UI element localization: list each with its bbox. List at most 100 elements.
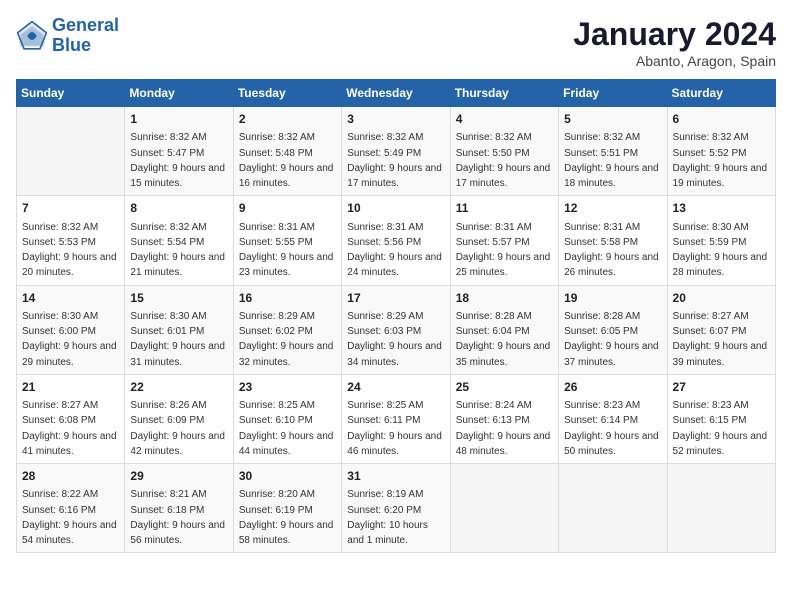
day-number: 14 bbox=[22, 290, 119, 307]
page-container: General Blue January 2024 Abanto, Aragon… bbox=[0, 0, 792, 561]
calendar-cell: 15 Sunrise: 8:30 AMSunset: 6:01 PMDaylig… bbox=[125, 285, 233, 374]
cell-info: Sunrise: 8:31 AMSunset: 5:56 PMDaylight:… bbox=[347, 222, 442, 279]
cell-info: Sunrise: 8:28 AMSunset: 6:05 PMDaylight:… bbox=[564, 311, 659, 368]
header-sunday: Sunday bbox=[17, 80, 125, 107]
month-title: January 2024 bbox=[573, 16, 776, 53]
day-number: 20 bbox=[673, 290, 770, 307]
calendar-cell: 17 Sunrise: 8:29 AMSunset: 6:03 PMDaylig… bbox=[342, 285, 450, 374]
header-monday: Monday bbox=[125, 80, 233, 107]
logo-text: General Blue bbox=[52, 16, 119, 56]
cell-info: Sunrise: 8:21 AMSunset: 6:18 PMDaylight:… bbox=[130, 489, 225, 546]
header-tuesday: Tuesday bbox=[233, 80, 341, 107]
day-number: 1 bbox=[130, 111, 227, 128]
logo-line1: General bbox=[52, 15, 119, 35]
day-number: 13 bbox=[673, 200, 770, 217]
week-row-3: 14 Sunrise: 8:30 AMSunset: 6:00 PMDaylig… bbox=[17, 285, 776, 374]
calendar-cell: 23 Sunrise: 8:25 AMSunset: 6:10 PMDaylig… bbox=[233, 374, 341, 463]
day-number: 27 bbox=[673, 379, 770, 396]
day-number: 7 bbox=[22, 200, 119, 217]
logo-icon bbox=[16, 20, 48, 52]
cell-info: Sunrise: 8:31 AMSunset: 5:55 PMDaylight:… bbox=[239, 222, 334, 279]
calendar-cell: 19 Sunrise: 8:28 AMSunset: 6:05 PMDaylig… bbox=[559, 285, 667, 374]
day-number: 17 bbox=[347, 290, 444, 307]
cell-info: Sunrise: 8:32 AMSunset: 5:51 PMDaylight:… bbox=[564, 132, 659, 189]
calendar-cell: 1 Sunrise: 8:32 AMSunset: 5:47 PMDayligh… bbox=[125, 107, 233, 196]
cell-info: Sunrise: 8:23 AMSunset: 6:15 PMDaylight:… bbox=[673, 400, 768, 457]
day-number: 16 bbox=[239, 290, 336, 307]
calendar-cell: 18 Sunrise: 8:28 AMSunset: 6:04 PMDaylig… bbox=[450, 285, 558, 374]
day-number: 30 bbox=[239, 468, 336, 485]
week-row-1: 1 Sunrise: 8:32 AMSunset: 5:47 PMDayligh… bbox=[17, 107, 776, 196]
calendar-cell: 9 Sunrise: 8:31 AMSunset: 5:55 PMDayligh… bbox=[233, 196, 341, 285]
day-number: 19 bbox=[564, 290, 661, 307]
cell-info: Sunrise: 8:32 AMSunset: 5:47 PMDaylight:… bbox=[130, 132, 225, 189]
cell-info: Sunrise: 8:20 AMSunset: 6:19 PMDaylight:… bbox=[239, 489, 334, 546]
week-row-5: 28 Sunrise: 8:22 AMSunset: 6:16 PMDaylig… bbox=[17, 464, 776, 553]
day-number: 10 bbox=[347, 200, 444, 217]
day-number: 21 bbox=[22, 379, 119, 396]
day-number: 6 bbox=[673, 111, 770, 128]
calendar-cell: 7 Sunrise: 8:32 AMSunset: 5:53 PMDayligh… bbox=[17, 196, 125, 285]
calendar-cell: 4 Sunrise: 8:32 AMSunset: 5:50 PMDayligh… bbox=[450, 107, 558, 196]
day-number: 3 bbox=[347, 111, 444, 128]
calendar-cell: 2 Sunrise: 8:32 AMSunset: 5:48 PMDayligh… bbox=[233, 107, 341, 196]
day-number: 2 bbox=[239, 111, 336, 128]
day-number: 4 bbox=[456, 111, 553, 128]
day-number: 18 bbox=[456, 290, 553, 307]
calendar-cell: 20 Sunrise: 8:27 AMSunset: 6:07 PMDaylig… bbox=[667, 285, 775, 374]
calendar-cell: 30 Sunrise: 8:20 AMSunset: 6:19 PMDaylig… bbox=[233, 464, 341, 553]
header-friday: Friday bbox=[559, 80, 667, 107]
day-number: 29 bbox=[130, 468, 227, 485]
calendar-cell: 25 Sunrise: 8:24 AMSunset: 6:13 PMDaylig… bbox=[450, 374, 558, 463]
day-number: 22 bbox=[130, 379, 227, 396]
calendar-cell bbox=[17, 107, 125, 196]
title-block: January 2024 Abanto, Aragon, Spain bbox=[573, 16, 776, 69]
cell-info: Sunrise: 8:31 AMSunset: 5:58 PMDaylight:… bbox=[564, 222, 659, 279]
cell-info: Sunrise: 8:32 AMSunset: 5:49 PMDaylight:… bbox=[347, 132, 442, 189]
cell-info: Sunrise: 8:30 AMSunset: 6:01 PMDaylight:… bbox=[130, 311, 225, 368]
cell-info: Sunrise: 8:32 AMSunset: 5:53 PMDaylight:… bbox=[22, 222, 117, 279]
calendar-cell: 14 Sunrise: 8:30 AMSunset: 6:00 PMDaylig… bbox=[17, 285, 125, 374]
week-row-2: 7 Sunrise: 8:32 AMSunset: 5:53 PMDayligh… bbox=[17, 196, 776, 285]
header-thursday: Thursday bbox=[450, 80, 558, 107]
cell-info: Sunrise: 8:32 AMSunset: 5:54 PMDaylight:… bbox=[130, 222, 225, 279]
calendar-cell: 6 Sunrise: 8:32 AMSunset: 5:52 PMDayligh… bbox=[667, 107, 775, 196]
day-number: 11 bbox=[456, 200, 553, 217]
calendar-body: 1 Sunrise: 8:32 AMSunset: 5:47 PMDayligh… bbox=[17, 107, 776, 553]
calendar-cell: 26 Sunrise: 8:23 AMSunset: 6:14 PMDaylig… bbox=[559, 374, 667, 463]
calendar-cell bbox=[559, 464, 667, 553]
day-number: 23 bbox=[239, 379, 336, 396]
cell-info: Sunrise: 8:30 AMSunset: 6:00 PMDaylight:… bbox=[22, 311, 117, 368]
cell-info: Sunrise: 8:32 AMSunset: 5:50 PMDaylight:… bbox=[456, 132, 551, 189]
cell-info: Sunrise: 8:32 AMSunset: 5:52 PMDaylight:… bbox=[673, 132, 768, 189]
cell-info: Sunrise: 8:27 AMSunset: 6:08 PMDaylight:… bbox=[22, 400, 117, 457]
day-number: 28 bbox=[22, 468, 119, 485]
cell-info: Sunrise: 8:19 AMSunset: 6:20 PMDaylight:… bbox=[347, 489, 428, 546]
cell-info: Sunrise: 8:26 AMSunset: 6:09 PMDaylight:… bbox=[130, 400, 225, 457]
cell-info: Sunrise: 8:24 AMSunset: 6:13 PMDaylight:… bbox=[456, 400, 551, 457]
day-number: 8 bbox=[130, 200, 227, 217]
day-number: 12 bbox=[564, 200, 661, 217]
calendar-cell: 10 Sunrise: 8:31 AMSunset: 5:56 PMDaylig… bbox=[342, 196, 450, 285]
calendar-cell: 8 Sunrise: 8:32 AMSunset: 5:54 PMDayligh… bbox=[125, 196, 233, 285]
header-wednesday: Wednesday bbox=[342, 80, 450, 107]
cell-info: Sunrise: 8:29 AMSunset: 6:03 PMDaylight:… bbox=[347, 311, 442, 368]
cell-info: Sunrise: 8:31 AMSunset: 5:57 PMDaylight:… bbox=[456, 222, 551, 279]
calendar-cell: 21 Sunrise: 8:27 AMSunset: 6:08 PMDaylig… bbox=[17, 374, 125, 463]
calendar-cell: 24 Sunrise: 8:25 AMSunset: 6:11 PMDaylig… bbox=[342, 374, 450, 463]
cell-info: Sunrise: 8:25 AMSunset: 6:10 PMDaylight:… bbox=[239, 400, 334, 457]
cell-info: Sunrise: 8:30 AMSunset: 5:59 PMDaylight:… bbox=[673, 222, 768, 279]
calendar-cell: 3 Sunrise: 8:32 AMSunset: 5:49 PMDayligh… bbox=[342, 107, 450, 196]
cell-info: Sunrise: 8:25 AMSunset: 6:11 PMDaylight:… bbox=[347, 400, 442, 457]
page-header: General Blue January 2024 Abanto, Aragon… bbox=[16, 16, 776, 69]
cell-info: Sunrise: 8:27 AMSunset: 6:07 PMDaylight:… bbox=[673, 311, 768, 368]
week-row-4: 21 Sunrise: 8:27 AMSunset: 6:08 PMDaylig… bbox=[17, 374, 776, 463]
day-number: 31 bbox=[347, 468, 444, 485]
calendar-cell: 12 Sunrise: 8:31 AMSunset: 5:58 PMDaylig… bbox=[559, 196, 667, 285]
header-saturday: Saturday bbox=[667, 80, 775, 107]
logo: General Blue bbox=[16, 16, 119, 56]
calendar-cell: 22 Sunrise: 8:26 AMSunset: 6:09 PMDaylig… bbox=[125, 374, 233, 463]
calendar-cell: 27 Sunrise: 8:23 AMSunset: 6:15 PMDaylig… bbox=[667, 374, 775, 463]
calendar-cell: 13 Sunrise: 8:30 AMSunset: 5:59 PMDaylig… bbox=[667, 196, 775, 285]
calendar-cell: 29 Sunrise: 8:21 AMSunset: 6:18 PMDaylig… bbox=[125, 464, 233, 553]
